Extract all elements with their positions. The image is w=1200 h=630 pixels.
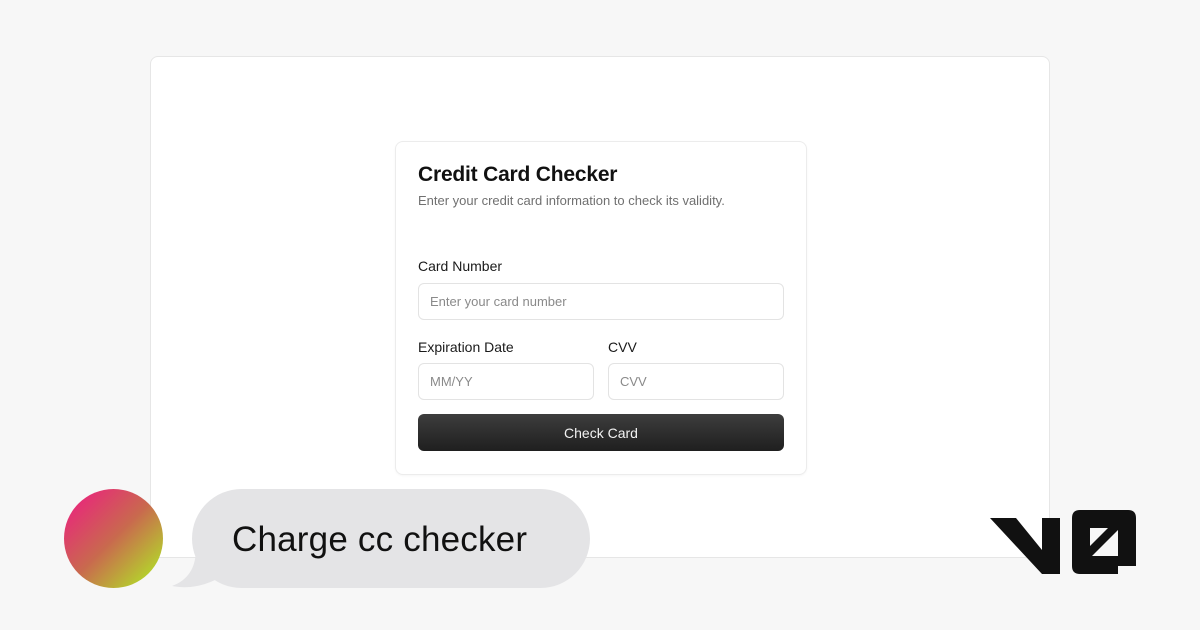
v0-logo-icon xyxy=(990,510,1136,574)
cvv-label: CVV xyxy=(608,339,637,355)
card-number-input[interactable] xyxy=(418,283,784,320)
user-avatar xyxy=(64,489,163,588)
check-card-button[interactable]: Check Card xyxy=(418,414,784,451)
form-subtitle: Enter your credit card information to ch… xyxy=(418,193,725,208)
expiration-date-label: Expiration Date xyxy=(418,339,514,355)
card-number-label: Card Number xyxy=(418,258,503,274)
og-image: Credit Card Checker Enter your credit ca… xyxy=(0,0,1200,630)
chat-prompt-bubble: Charge cc checker xyxy=(192,489,590,588)
expiration-date-input[interactable] xyxy=(418,363,594,400)
cvv-input[interactable] xyxy=(608,363,784,400)
credit-card-form: Credit Card Checker Enter your credit ca… xyxy=(395,141,807,475)
chat-prompt-text: Charge cc checker xyxy=(232,520,528,559)
form-title: Credit Card Checker xyxy=(418,163,618,186)
app-preview-frame: Credit Card Checker Enter your credit ca… xyxy=(150,56,1050,558)
